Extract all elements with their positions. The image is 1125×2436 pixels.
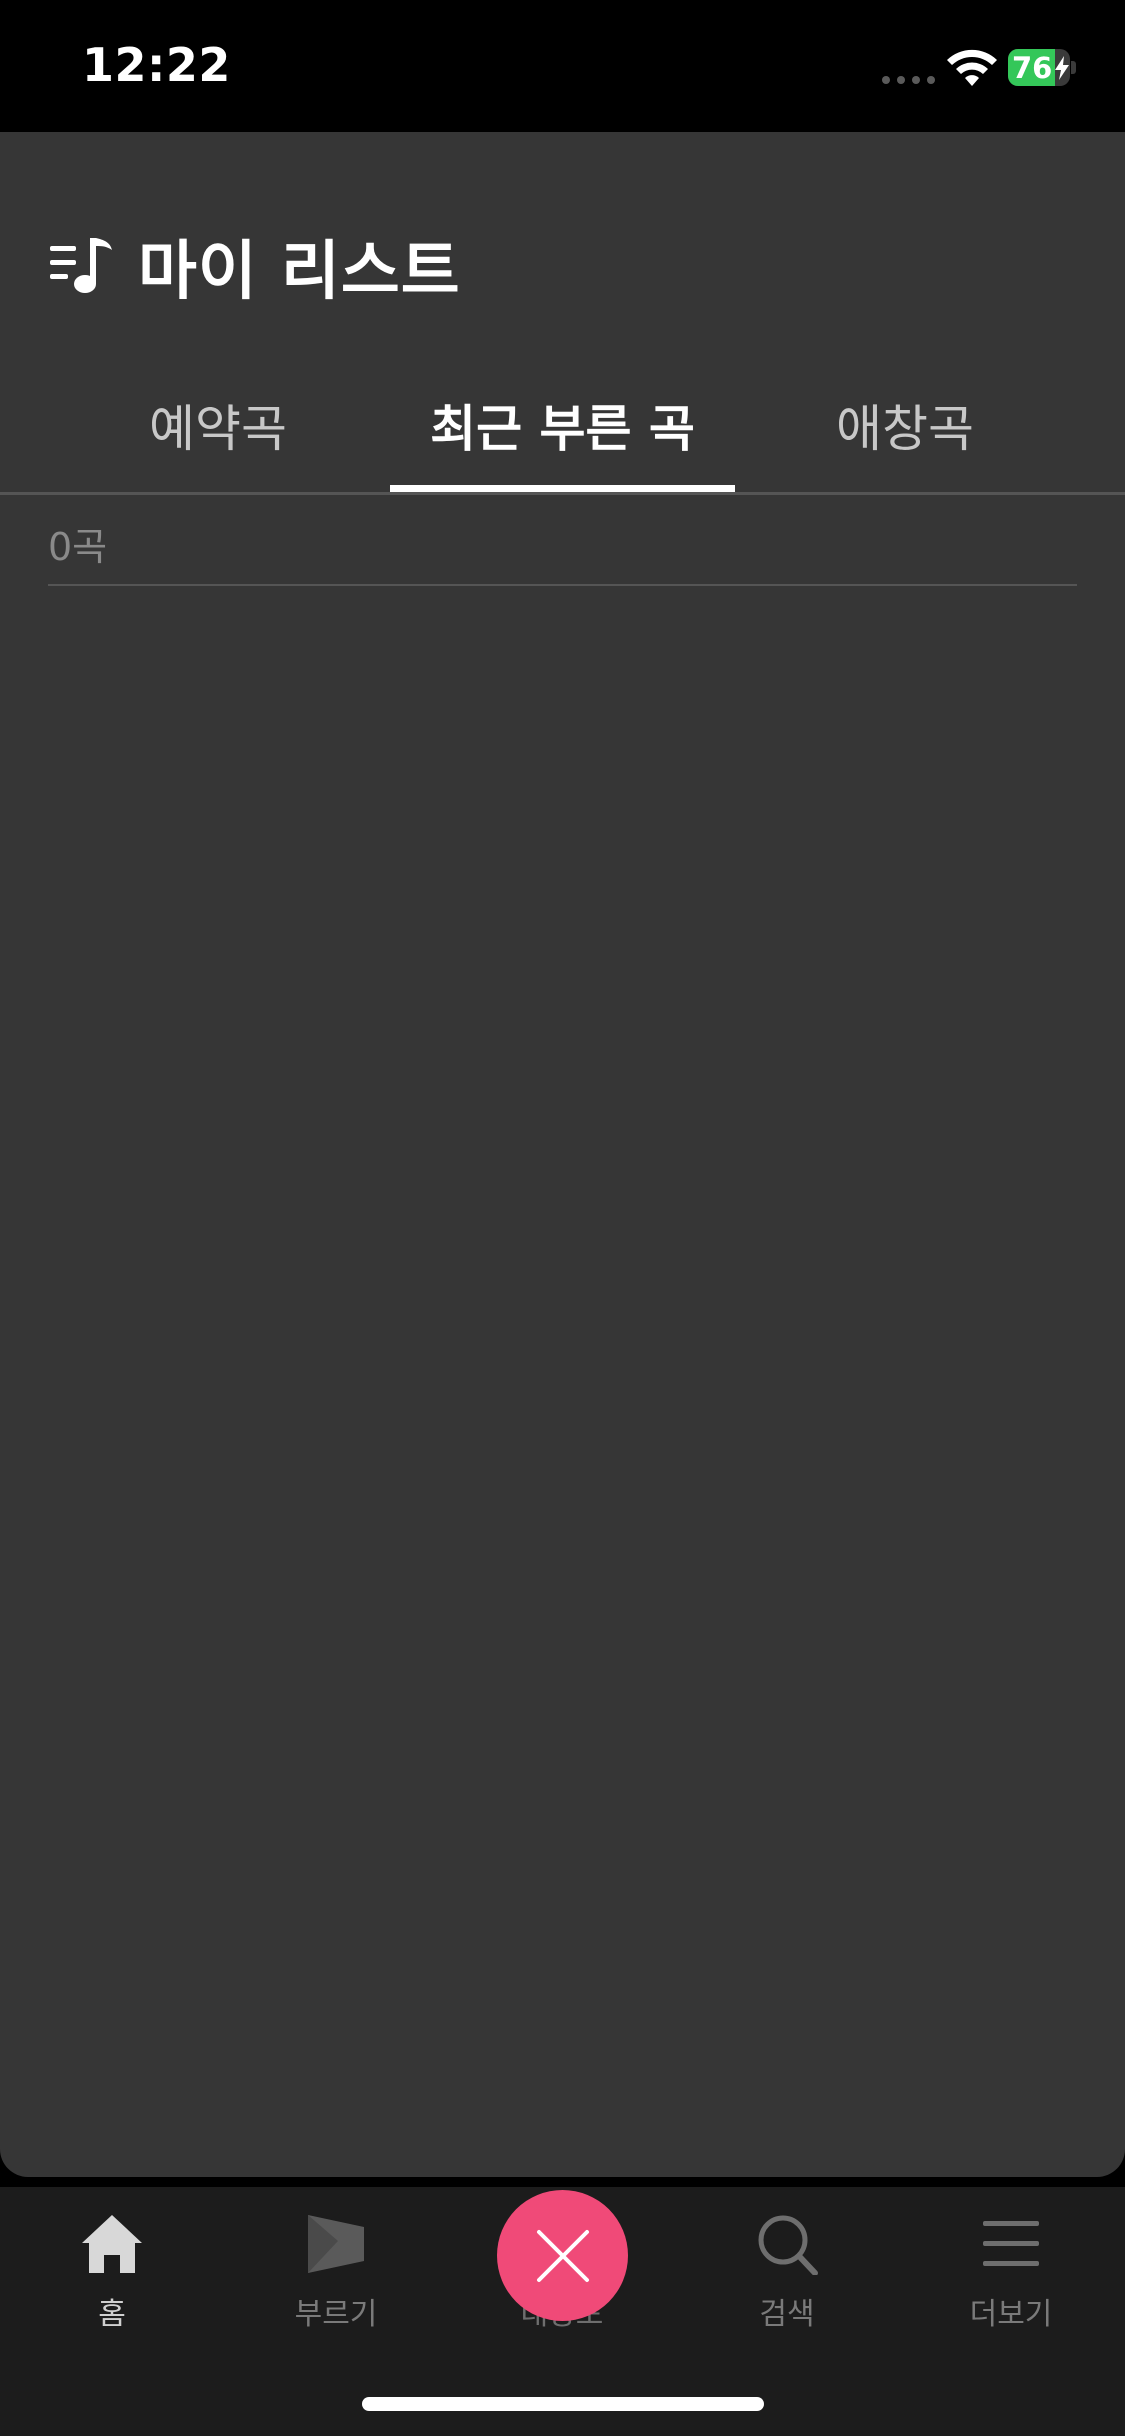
tab-favorite-songs[interactable]: 애창곡	[765, 357, 1045, 492]
tabbar-item-sing[interactable]: 부르기	[256, 2213, 416, 2343]
battery-icon: 76	[1008, 49, 1076, 86]
home-icon	[82, 2215, 142, 2273]
my-list-sheet: 마이 리스트 예약곡 최근 부른 곡 애창곡 0곡	[0, 132, 1125, 2177]
divider	[48, 584, 1077, 586]
tab-reserved-songs[interactable]: 예약곡	[78, 357, 358, 492]
active-tab-indicator	[390, 485, 735, 492]
close-icon	[536, 2229, 589, 2282]
menu-icon	[983, 2221, 1039, 2266]
tabbar-item-search[interactable]: 검색	[707, 2213, 867, 2343]
song-count: 0곡	[48, 525, 108, 569]
tabbar-label-sing: 부르기	[294, 2297, 378, 2332]
charging-bolt-icon	[1055, 56, 1069, 80]
wifi-icon	[947, 49, 997, 86]
tabbar-label-more: 더보기	[969, 2297, 1053, 2332]
tabbar-item-more[interactable]: 더보기	[931, 2213, 1091, 2343]
page-title: 마이 리스트	[138, 235, 461, 309]
tabbar-label-home: 홈	[98, 2297, 126, 2332]
header: 마이 리스트	[48, 220, 461, 312]
playlist-music-icon	[50, 238, 112, 293]
home-indicator[interactable]	[362, 2397, 764, 2411]
search-icon	[758, 2215, 818, 2275]
status-time: 12:22	[82, 38, 231, 92]
tabbar-item-home[interactable]: 홈	[32, 2213, 192, 2343]
flag-icon	[308, 2215, 364, 2273]
tab-bar-top: 예약곡 최근 부른 곡 애창곡	[0, 357, 1125, 495]
screen: 12:22 76 마이 리스트 예약곡 최근 부른 곡 애창곡 0곡 홈 부르기…	[0, 0, 1125, 2436]
close-button[interactable]	[497, 2190, 628, 2321]
battery-level: 76	[1012, 51, 1053, 85]
status-bar: 12:22 76	[0, 0, 1125, 132]
tab-recent-songs[interactable]: 최근 부른 곡	[390, 357, 735, 492]
cellular-signal-icon	[882, 76, 935, 84]
tabbar-label-search: 검색	[759, 2297, 815, 2332]
